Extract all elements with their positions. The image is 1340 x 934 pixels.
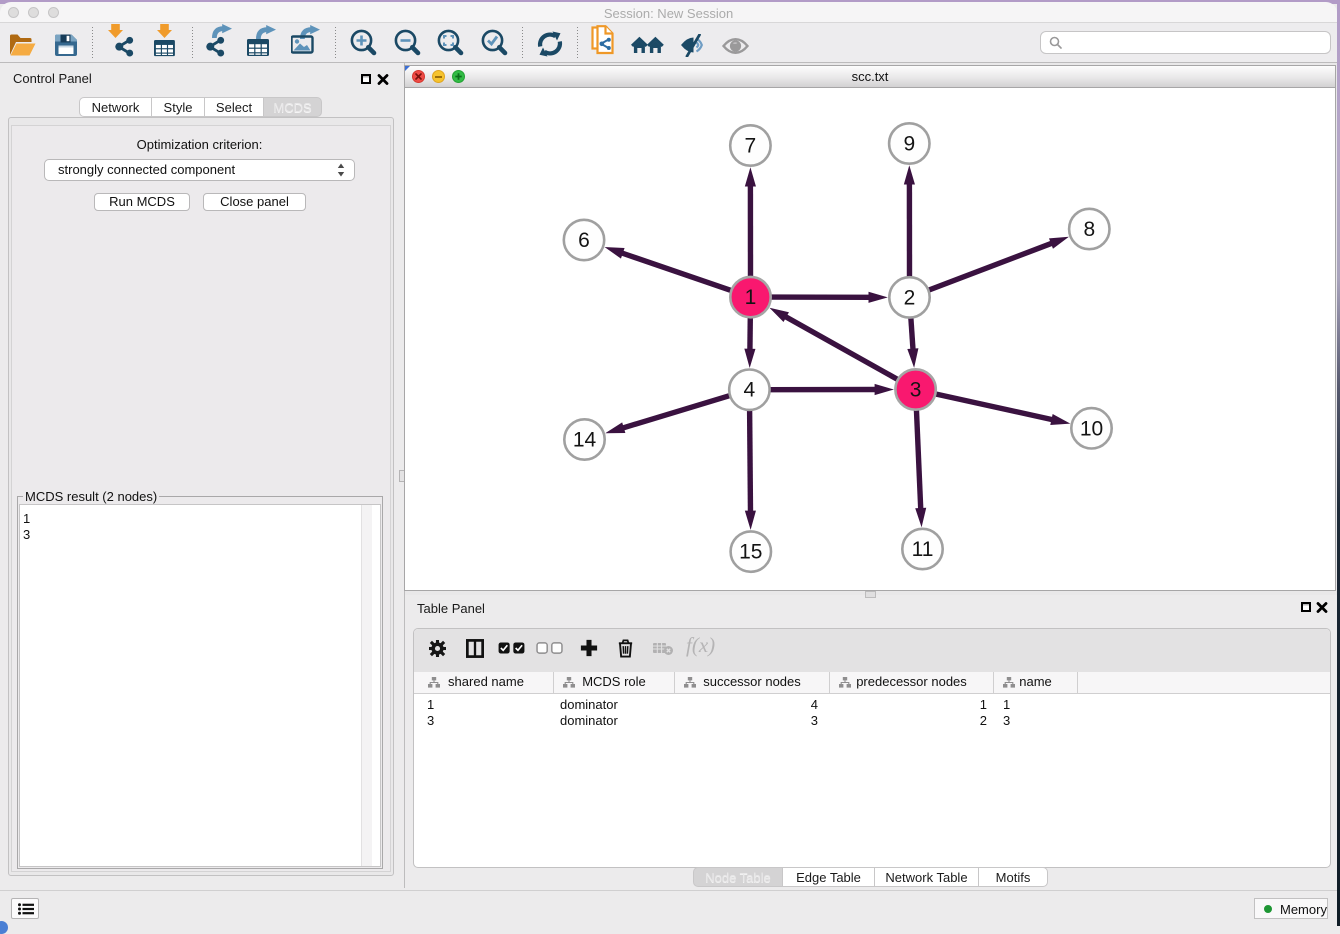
svg-text:2: 2: [904, 286, 916, 309]
svg-text:3: 3: [910, 379, 922, 402]
svg-text:10: 10: [1080, 417, 1103, 440]
svg-text:8: 8: [1083, 218, 1095, 241]
svg-text:11: 11: [912, 538, 934, 561]
svg-text:4: 4: [744, 379, 756, 402]
svg-text:15: 15: [739, 541, 762, 564]
svg-text:1: 1: [745, 286, 757, 309]
svg-text:9: 9: [903, 133, 915, 156]
svg-text:6: 6: [578, 229, 590, 252]
svg-text:14: 14: [573, 429, 597, 452]
svg-text:7: 7: [745, 135, 757, 158]
